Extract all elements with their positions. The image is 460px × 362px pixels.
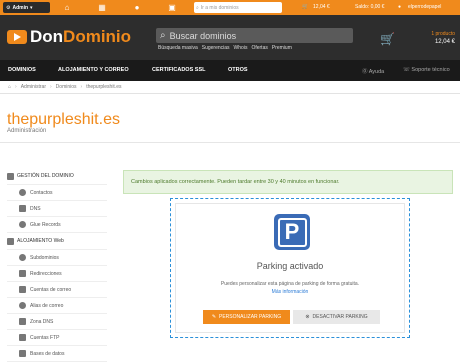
sidebar-item-databases[interactable]: Bases de datos [7,346,107,362]
server-icon [19,318,26,325]
search-icon: ⌕ [196,4,199,11]
sidebar-item-mail-accounts[interactable]: Cuentas de correo [7,282,107,298]
close-icon: ⊗ [305,314,310,320]
user-menu[interactable]: elperrodepapel [408,4,441,10]
user-icon[interactable]: ● [130,2,144,13]
home-icon[interactable]: ⌂ [8,84,11,90]
chevron-down-icon: ▾ [30,4,33,11]
breadcrumb-item[interactable]: Administrar [21,84,46,90]
alert-text: Cambios aplicados correctamente. Pueden … [131,179,340,185]
admin-label: Admin [12,4,29,11]
grid-icon[interactable]: ▦ [95,2,109,13]
brush-icon: ✎ [211,314,217,320]
cart-amount[interactable]: 12,04 € [313,4,330,10]
database-icon [19,350,26,357]
user-icon [19,189,26,196]
cart-total: 12,04 € [434,39,455,45]
globe-icon [19,254,26,261]
sidebar-item-mail-alias[interactable]: Alias de correo [7,298,107,314]
search-link-premium[interactable]: Premium [272,45,292,51]
redirect-icon [19,270,26,277]
search-link-suggestions[interactable]: Sugerencias [202,45,230,51]
server-icon [7,237,14,245]
gear-icon [19,221,26,228]
domain-search-input[interactable]: ⌕ Buscar dominios [156,28,353,43]
nav-domains[interactable]: DOMINIOS [8,67,36,73]
breadcrumb-separator: › [50,84,52,90]
folder-icon [19,334,26,341]
quick-search-placeholder: Ir a mis dominios [200,4,239,11]
nav-support[interactable]: ☏ Soporte técnico [403,67,450,73]
sidebar: GESTIÓN DEL DOMINIO Contactos DNS Glue R… [7,168,107,362]
sidebar-item-subdomains[interactable]: Subdominios [7,250,107,266]
breadcrumb-separator: › [80,84,83,90]
at-icon [19,302,26,309]
page-title: thepurpleshit.es [7,111,120,128]
top-bar: ⚙ Admin ▾ ⌂ ▦ ● ▣ ⌕ Ir a mis dominios 🛒 … [0,0,460,15]
cart-icon[interactable]: 🛒 [302,4,308,10]
sidebar-item-dns[interactable]: DNS [7,201,107,217]
logo-mark-icon [7,30,27,44]
breadcrumb-item[interactable]: Dominios [56,84,77,90]
sidebar-item-ftp[interactable]: Cuentas FTP [7,330,107,346]
sidebar-item-contacts[interactable]: Contactos [7,185,107,201]
page-subtitle: Administración [7,128,47,134]
cart-icon: 🛒 [380,32,395,46]
search-link-whois[interactable]: Whois [234,45,248,51]
domain-search-placeholder: Buscar dominios [169,30,237,41]
nav-ssl[interactable]: CERTIFICADOS SSL [152,67,205,73]
user-avatar-icon: ● [398,4,402,10]
nav-hosting[interactable]: ALOJAMIENTO Y CORREO [58,67,129,73]
customize-parking-button[interactable]: ✎ PERSONALIZAR PARKING [203,310,290,324]
search-link-bulk[interactable]: Búsqueda masiva [158,45,198,51]
main-nav: DOMINIOS ALOJAMIENTO Y CORREO CERTIFICAD… [0,60,460,81]
success-alert: Cambios aplicados correctamente. Pueden … [123,170,453,194]
list-icon [7,172,14,180]
search-links: Búsqueda masiva Sugerencias Whois Oferta… [158,45,292,51]
parking-description: Puedes personalizar esta página de parki… [220,281,360,287]
parking-title: Parking activado [256,261,324,271]
logo[interactable]: DonDominio [7,27,131,47]
more-info-link[interactable]: Más información [176,289,404,295]
balance[interactable]: Saldo: 0,00 € [355,4,384,10]
parking-icon: P [274,214,310,250]
sidebar-item-redirects[interactable]: Redirecciones [7,266,107,282]
domain-quick-search[interactable]: ⌕ Ir a mis dominios [194,2,282,13]
gear-icon: ⚙ [6,4,11,11]
nav-help[interactable]: ⓪ Ayuda [362,67,384,75]
sidebar-item-glue[interactable]: Glue Records [7,217,107,233]
nav-others[interactable]: OTROS [228,67,248,73]
sidebar-section-domain[interactable]: GESTIÓN DEL DOMINIO [7,168,107,185]
calendar-icon[interactable]: ▣ [165,2,179,13]
cart-count: 1 producto [431,31,455,37]
server-icon [19,205,26,212]
breadcrumb-item: thepurpleshit.es [86,84,122,90]
sidebar-section-hosting[interactable]: ALOJAMIENTO Web [7,233,107,250]
sidebar-item-dns-zone[interactable]: Zona DNS [7,314,107,330]
deactivate-parking-button[interactable]: ⊗ DESACTIVAR PARKING [293,310,380,324]
breadcrumb: ⌂ › Administrar › Dominios › thepurplesh… [0,81,460,94]
mail-icon [19,286,26,293]
search-icon: ⌕ [160,30,166,41]
header-cart[interactable]: 🛒 1 producto 12,04 € [380,30,455,50]
admin-menu-button[interactable]: ⚙ Admin ▾ [3,2,50,13]
search-link-offers[interactable]: Ofertas [251,45,267,51]
logo-text: DonDominio [30,27,132,46]
parking-panel: P Parking activado Puedes personalizar e… [170,198,410,338]
home-icon[interactable]: ⌂ [60,2,74,13]
breadcrumb-separator: › [15,84,17,90]
divider [0,142,460,143]
parking-panel-inner: P Parking activado Puedes personalizar e… [175,203,405,333]
